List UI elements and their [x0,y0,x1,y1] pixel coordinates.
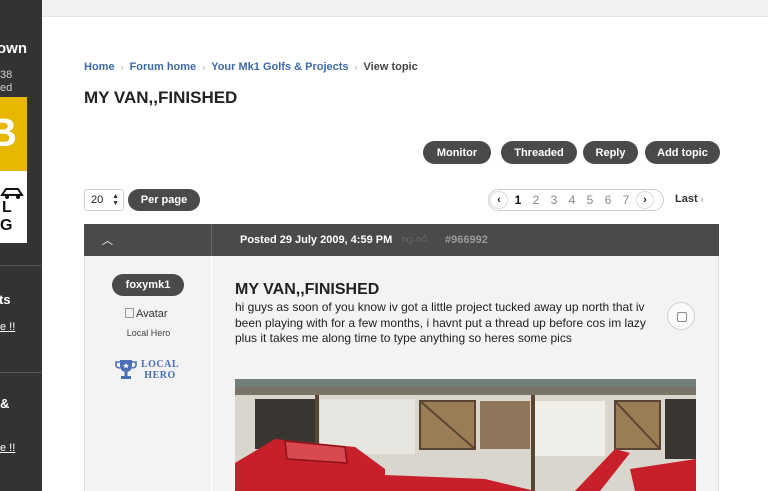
breadcrumb-home[interactable]: Home [84,61,115,73]
next-page-button[interactable]: › [636,191,654,209]
post-title: MY VAN,,FINISHED [235,281,380,298]
page-link[interactable]: 6 [599,193,617,207]
sidebar-heading: & [0,396,10,411]
last-page-link[interactable]: Last › [675,193,704,205]
pagination: ‹ 1 2 3 4 5 6 7 › [488,189,664,211]
sidebar-stat-label: ed [0,82,13,94]
rank-badge: LOCAL HERO [115,358,179,382]
breadcrumb-forum-home[interactable]: Forum home [130,61,197,73]
top-bar [42,0,768,17]
monitor-button[interactable]: Monitor [423,141,491,164]
post-image[interactable] [235,379,696,491]
page-link[interactable]: 2 [527,193,545,207]
rank-badge-line: HERO [144,370,176,381]
avatar-alt: Avatar [136,308,168,320]
prev-page-button[interactable]: ‹ [490,191,508,209]
post-body: hi guys as soon of you know iv got a lit… [235,300,646,345]
author-rank: Local Hero [126,328,171,338]
post-header-divider [211,224,212,256]
post-author-panel: foxymk1 Avatar Local Hero LOCAL HERO [84,256,211,491]
page-link[interactable]: 3 [545,193,563,207]
page-link[interactable]: 5 [581,193,599,207]
sidebar-stat: 38 [0,69,13,81]
sidebar-divider [0,372,42,373]
page-link[interactable]: 1 [509,193,527,207]
page-link[interactable]: 4 [563,193,581,207]
collapse-icon[interactable]: ︿ [102,232,113,248]
sidebar-badge-letter: B [0,111,17,155]
broken-image-icon [125,308,134,318]
rank-badge-label: LOCAL HERO [141,359,179,381]
chevron-right-icon: › [700,194,704,204]
page-link[interactable]: 7 [617,193,635,207]
vote-icons: 👎︎ 👍︎ [402,233,428,246]
chevron-right-icon: › [120,62,124,72]
sidebar-logo: L G [0,171,27,243]
van-photo-illustration [235,379,696,491]
sidebar-logo-letter: G [0,217,13,234]
select-post-checkbox[interactable] [667,302,695,330]
reply-button[interactable]: Reply [583,141,638,164]
chevron-right-icon: › [354,62,358,72]
thumbs-up-icon[interactable]: 👍︎ [416,234,428,246]
sidebar-link[interactable]: e !! [0,321,15,333]
last-page-label: Last [675,193,698,205]
breadcrumb-category[interactable]: Your Mk1 Golfs & Projects [211,61,348,73]
sidebar-link[interactable]: e !! [0,442,15,454]
post-header: ︿ Posted 29 July 2009, 4:59 PM 👎︎ 👍︎ #96… [84,224,719,256]
per-page-value: 20 [91,194,104,206]
per-page-select[interactable]: 20 ▲ ▼ [84,189,124,211]
post-id-link[interactable]: #966992 [445,234,488,246]
left-sidebar: own 38 ed B L G ts e !! & e !! [0,0,42,491]
per-page-button[interactable]: Per page [128,189,200,211]
sidebar-badge: B [0,97,27,171]
add-topic-button[interactable]: Add topic [645,141,720,164]
car-icon [0,188,24,199]
author-username[interactable]: foxymk1 [112,274,184,296]
chevron-right-icon: › [202,62,206,72]
sidebar-heading: own [0,40,27,57]
select-arrows-icon: ▲ ▼ [112,193,119,207]
post-date: Posted 29 July 2009, 4:59 PM [240,234,393,246]
breadcrumb-current: View topic [363,61,418,73]
rank-badge-line: LOCAL [141,359,180,370]
trophy-icon [115,360,137,379]
breadcrumb: Home › Forum home › Your Mk1 Golfs & Project… [84,61,418,73]
sidebar-divider [0,265,42,266]
avatar: Avatar [125,308,168,320]
page-title: MY VAN,,FINISHED [84,88,238,107]
sidebar-logo-letter: L [2,199,12,216]
threaded-button[interactable]: Threaded [501,141,577,164]
thumbs-down-icon[interactable]: 👎︎ [402,234,413,246]
sidebar-heading: ts [0,292,11,307]
